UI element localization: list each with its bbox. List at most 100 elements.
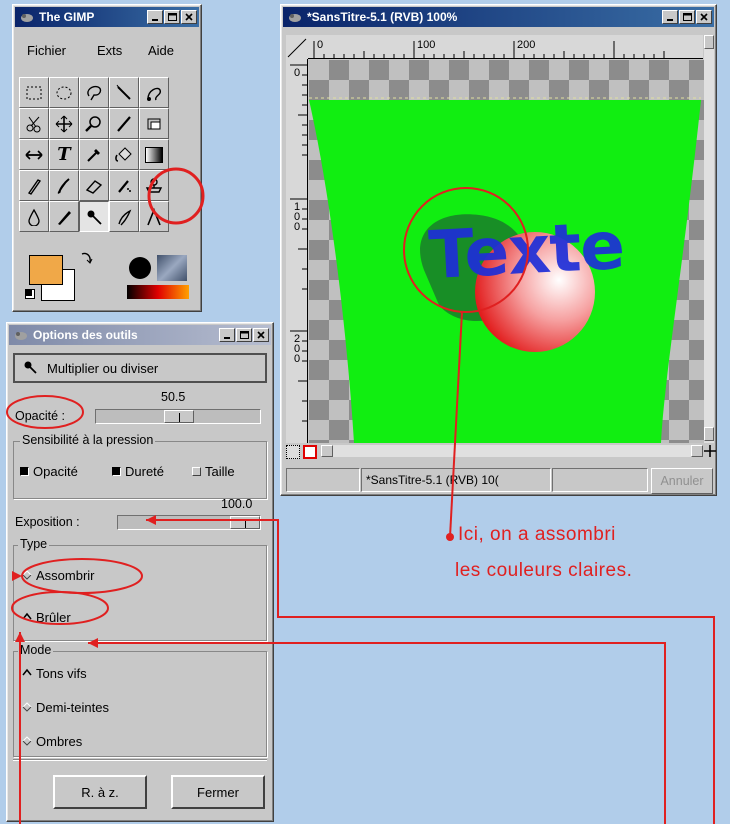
radio-off-icon <box>22 734 32 749</box>
exposure-value: 100.0 <box>221 497 253 511</box>
dodge-burn-icon <box>23 360 37 377</box>
ruler-left-label: 200 <box>291 333 303 363</box>
mode-midtones-radio[interactable]: Demi-teintes <box>22 700 109 715</box>
rect-select-tool-icon[interactable] <box>19 77 49 108</box>
close-button[interactable]: Fermer <box>171 775 265 809</box>
mode-shadows-radio[interactable]: Ombres <box>22 734 82 749</box>
menu-exts[interactable]: Exts <box>97 43 122 58</box>
pressure-hardness-checkbox[interactable]: Dureté <box>112 464 164 479</box>
ruler-left-label: 100 <box>291 201 303 231</box>
reset-button[interactable]: R. à z. <box>53 775 147 809</box>
mode-group: Mode Tons vifs Demi-teintes Ombres <box>13 643 267 757</box>
foreground-color-swatch[interactable] <box>29 255 63 285</box>
status-field: *SansTitre-5.1 (RVB) 10( <box>361 468 551 492</box>
maximize-icon[interactable] <box>164 10 180 24</box>
eraser-tool-icon[interactable] <box>79 170 109 201</box>
smudge-tool-icon[interactable] <box>109 201 139 232</box>
type-darken-radio[interactable]: Assombrir <box>22 568 95 583</box>
flip-tool-icon[interactable] <box>19 139 49 170</box>
horizontal-scrollbar[interactable] <box>321 445 703 457</box>
scissors-tool-icon[interactable] <box>19 108 49 139</box>
scroll-down-icon[interactable] <box>704 427 714 441</box>
convolve-tool-icon[interactable] <box>19 201 49 232</box>
quickmask-off-icon[interactable] <box>286 445 300 459</box>
mode-highlights-radio[interactable]: Tons vifs <box>22 666 87 681</box>
type-darken-label: Assombrir <box>36 568 95 583</box>
ruler-top[interactable]: 0 100 200 <box>308 35 703 59</box>
blend-tool-icon[interactable] <box>139 139 169 170</box>
exposure-slider-handle[interactable] <box>230 516 260 529</box>
tool-options-title: Options des outils <box>33 328 138 342</box>
opacity-value: 50.5 <box>161 390 186 404</box>
scroll-up-icon[interactable] <box>704 35 714 49</box>
close-label: Fermer <box>197 785 239 800</box>
ink-tool-icon[interactable] <box>49 201 79 232</box>
image-titlebar[interactable]: *SansTitre-5.1 (RVB) 100% <box>283 7 714 27</box>
menu-fichier[interactable]: Fichier <box>27 43 66 58</box>
gradient-indicator-icon[interactable] <box>127 285 189 299</box>
ruler-left[interactable]: 0 100 200 <box>286 59 308 443</box>
pattern-indicator-icon[interactable] <box>157 255 187 281</box>
type-burn-radio[interactable]: Brûler <box>22 610 71 625</box>
move-tool-icon[interactable] <box>49 108 79 139</box>
pencil-tool-icon[interactable] <box>19 170 49 201</box>
type-group: Type Assombrir Brûler <box>13 537 267 641</box>
tool-options-window: Options des outils Multiplier ou diviser… <box>6 322 274 822</box>
bucket-fill-tool-icon[interactable] <box>109 139 139 170</box>
minimize-icon[interactable] <box>219 328 235 342</box>
text-tool-icon[interactable]: T <box>49 139 79 170</box>
quickmask-on-icon[interactable] <box>303 445 317 459</box>
scroll-left-icon[interactable] <box>321 445 333 457</box>
paintbrush-tool-icon[interactable] <box>49 170 79 201</box>
exposure-slider[interactable] <box>117 515 261 530</box>
color-picker-tool-icon[interactable] <box>79 139 109 170</box>
maximize-icon[interactable] <box>236 328 252 342</box>
bezier-select-tool-icon[interactable] <box>139 77 169 108</box>
opacity-slider-handle[interactable] <box>164 410 194 423</box>
mode-highlights-label: Tons vifs <box>36 666 87 681</box>
toolbox-titlebar[interactable]: The GIMP <box>15 7 199 27</box>
close-icon[interactable] <box>696 10 712 24</box>
image-canvas[interactable]: Texte <box>309 60 704 443</box>
measure-tool-icon[interactable] <box>139 201 169 232</box>
brush-indicator-icon[interactable] <box>129 257 151 279</box>
clone-tool-icon[interactable] <box>139 170 169 201</box>
pressure-size-checkbox[interactable]: Taille <box>192 464 235 479</box>
status-field-left <box>286 468 360 492</box>
minimize-icon[interactable] <box>662 10 678 24</box>
close-icon[interactable] <box>181 10 197 24</box>
mode-midtones-label: Demi-teintes <box>36 700 109 715</box>
checkbox-checked-icon <box>112 467 121 476</box>
maximize-icon[interactable] <box>679 10 695 24</box>
close-icon[interactable] <box>253 328 269 342</box>
pressure-opacity-checkbox[interactable]: Opacité <box>20 464 78 479</box>
magnify-tool-icon[interactable] <box>79 108 109 139</box>
crop-tool-icon[interactable] <box>109 108 139 139</box>
menu-aide[interactable]: Aide <box>148 43 174 58</box>
ruler-corner[interactable] <box>286 35 308 59</box>
navigate-icon[interactable] <box>704 445 716 460</box>
scroll-right-icon[interactable] <box>691 445 703 457</box>
airbrush-tool-icon[interactable] <box>109 170 139 201</box>
toolbox-window: The GIMP Fichier Exts Aide T <box>12 4 202 312</box>
opacity-slider[interactable] <box>95 409 261 424</box>
checkbox-unchecked-icon <box>192 467 201 476</box>
minimize-icon[interactable] <box>147 10 163 24</box>
radio-off-icon <box>22 700 32 715</box>
fuzzy-select-tool-icon[interactable] <box>109 77 139 108</box>
ellipse-select-tool-icon[interactable] <box>49 77 79 108</box>
transform-tool-icon[interactable] <box>139 108 169 139</box>
gimp-logo-icon <box>287 11 303 23</box>
type-burn-label: Brûler <box>36 610 71 625</box>
default-colors-icon[interactable] <box>25 289 35 299</box>
cancel-button[interactable]: Annuler <box>651 468 713 494</box>
tool-options-titlebar[interactable]: Options des outils <box>9 325 271 345</box>
swap-colors-icon[interactable] <box>79 251 93 268</box>
pressure-group: Sensibilité à la pression Opacité Dureté… <box>13 433 267 499</box>
lasso-tool-icon[interactable] <box>79 77 109 108</box>
vertical-scrollbar[interactable] <box>704 35 714 443</box>
annotation-line-2: les couleurs claires. <box>455 560 633 581</box>
gimp-logo-icon <box>19 11 35 23</box>
dodge-burn-tool-icon[interactable] <box>79 201 109 232</box>
ruler-top-label: 100 <box>417 39 436 51</box>
